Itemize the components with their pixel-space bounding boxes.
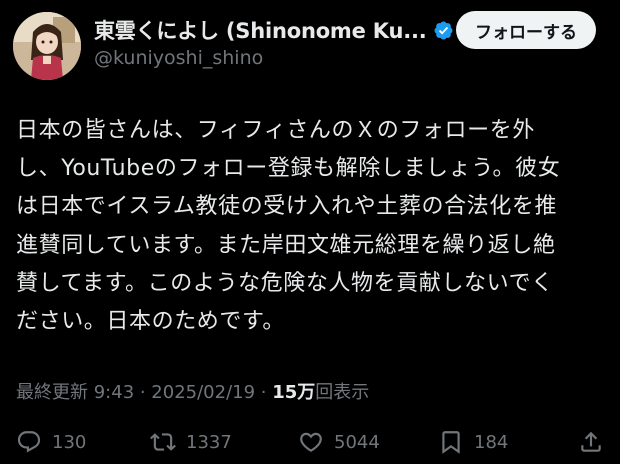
author-display-name[interactable]: 東雲くによし (Shinonome Ku...: [94, 15, 427, 45]
tweet-text-line: し、YouTubeのフォロー登録も解除しましょう。彼女: [16, 156, 561, 182]
author-handle[interactable]: @kuniyoshi_shino: [94, 47, 263, 69]
tweet-text-line: 進賛同しています。また岸田文雄元総理を繰り返し絶: [16, 232, 556, 258]
reply-count: 130: [52, 431, 87, 453]
tweet-text-line: 賛してます。このような危険な人物を貢献しないでく: [16, 270, 554, 296]
share-button[interactable]: [578, 422, 604, 462]
reply-button[interactable]: 130: [16, 422, 86, 462]
like-count: 5044: [334, 431, 380, 453]
tweet-meta: 最終更新 9:43 · 2025/02/19 · 15万回表示: [16, 378, 369, 404]
action-bar: 130 1337 5044 184: [0, 422, 620, 462]
views-label: 回表示: [315, 382, 370, 403]
bookmark-button[interactable]: 184: [438, 422, 508, 462]
views-count: 15万: [272, 382, 316, 403]
reply-icon: [17, 431, 41, 453]
bookmark-icon: [442, 431, 460, 454]
like-button[interactable]: 5044: [298, 422, 380, 462]
verified-badge-icon: [433, 20, 454, 41]
repost-count: 1337: [186, 431, 232, 453]
like-icon: [300, 432, 322, 452]
tweet-text-line: 日本の皆さんは、フィフィさんのＸのフォローを外: [16, 118, 535, 143]
tweet-text-line: は日本でイスラム教徒の受け入れや土葬の合法化を推: [16, 194, 558, 220]
follow-button[interactable]: フォローする: [456, 11, 596, 49]
author-name-row: 東雲くによし (Shinonome Ku...: [94, 14, 454, 46]
author-avatar[interactable]: [13, 12, 81, 80]
repost-button[interactable]: 1337: [150, 422, 232, 462]
timestamp[interactable]: 最終更新 9:43 · 2025/02/19 ·: [16, 382, 272, 403]
tweet-text: 日本の皆さんは、フィフィさんのＸのフォローを外 し、YouTubeのフォロー登録…: [16, 112, 612, 341]
tweet-text-line: ださい。日本のためです。: [16, 309, 286, 335]
share-icon: [581, 431, 601, 452]
avatar-image: [13, 12, 81, 80]
bookmark-count: 184: [474, 431, 509, 453]
tweet-card: 東雲くによし (Shinonome Ku... @kuniyoshi_shino…: [0, 0, 620, 464]
repost-icon: [150, 433, 176, 451]
